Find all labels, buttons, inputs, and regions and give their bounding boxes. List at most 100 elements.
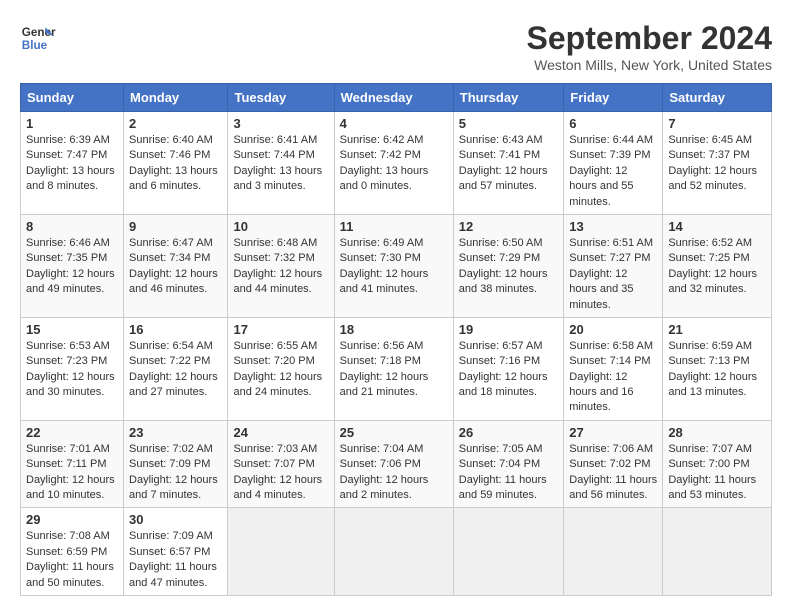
day-info: Sunrise: 6:40 AM Sunset: 7:46 PM Dayligh…: [129, 133, 222, 195]
sunrise-label: Sunrise: 6:51 AM: [569, 237, 653, 249]
sunrise-label: Sunrise: 6:59 AM: [668, 340, 752, 352]
sunset-label: Sunset: 7:11 PM: [26, 458, 107, 470]
sunset-label: Sunset: 7:32 PM: [233, 252, 314, 264]
calendar-week-row: 1 Sunrise: 6:39 AM Sunset: 7:47 PM Dayli…: [21, 112, 772, 215]
month-title: September 2024: [527, 20, 772, 57]
day-info: Sunrise: 6:59 AM Sunset: 7:13 PM Dayligh…: [668, 339, 766, 401]
weekday-header-saturday: Saturday: [663, 84, 772, 112]
daylight-label: Daylight: 12 hours and 41 minutes.: [340, 268, 429, 295]
day-info: Sunrise: 6:56 AM Sunset: 7:18 PM Dayligh…: [340, 339, 448, 401]
calendar-cell-empty: [453, 508, 563, 596]
day-number: 11: [340, 219, 448, 234]
calendar-cell: 25 Sunrise: 7:04 AM Sunset: 7:06 PM Dayl…: [334, 420, 453, 508]
day-info: Sunrise: 6:44 AM Sunset: 7:39 PM Dayligh…: [569, 133, 657, 210]
daylight-label: Daylight: 12 hours and 16 minutes.: [569, 371, 633, 414]
day-number: 21: [668, 322, 766, 337]
calendar-cell-empty: [564, 508, 663, 596]
day-info: Sunrise: 6:58 AM Sunset: 7:14 PM Dayligh…: [569, 339, 657, 416]
daylight-label: Daylight: 12 hours and 13 minutes.: [668, 371, 757, 398]
calendar-cell: 27 Sunrise: 7:06 AM Sunset: 7:02 PM Dayl…: [564, 420, 663, 508]
calendar-cell: 17 Sunrise: 6:55 AM Sunset: 7:20 PM Dayl…: [228, 317, 334, 420]
daylight-label: Daylight: 11 hours and 53 minutes.: [668, 474, 756, 501]
page-header: General Blue September 2024 Weston Mills…: [20, 20, 772, 73]
sunrise-label: Sunrise: 6:56 AM: [340, 340, 424, 352]
calendar-cell: 13 Sunrise: 6:51 AM Sunset: 7:27 PM Dayl…: [564, 214, 663, 317]
day-number: 12: [459, 219, 558, 234]
day-number: 16: [129, 322, 222, 337]
sunset-label: Sunset: 7:46 PM: [129, 149, 210, 161]
sunset-label: Sunset: 7:39 PM: [569, 149, 650, 161]
sunset-label: Sunset: 7:06 PM: [340, 458, 421, 470]
daylight-label: Daylight: 12 hours and 57 minutes.: [459, 165, 548, 192]
day-info: Sunrise: 7:07 AM Sunset: 7:00 PM Dayligh…: [668, 442, 766, 504]
sunrise-label: Sunrise: 6:53 AM: [26, 340, 110, 352]
calendar-cell-empty: [663, 508, 772, 596]
daylight-label: Daylight: 12 hours and 55 minutes.: [569, 165, 633, 208]
day-info: Sunrise: 6:50 AM Sunset: 7:29 PM Dayligh…: [459, 236, 558, 298]
sunset-label: Sunset: 7:00 PM: [668, 458, 749, 470]
calendar-week-row: 29 Sunrise: 7:08 AM Sunset: 6:59 PM Dayl…: [21, 508, 772, 596]
daylight-label: Daylight: 12 hours and 27 minutes.: [129, 371, 218, 398]
day-number: 2: [129, 116, 222, 131]
calendar-cell: 12 Sunrise: 6:50 AM Sunset: 7:29 PM Dayl…: [453, 214, 563, 317]
daylight-label: Daylight: 11 hours and 59 minutes.: [459, 474, 547, 501]
sunset-label: Sunset: 7:47 PM: [26, 149, 107, 161]
location: Weston Mills, New York, United States: [527, 57, 772, 73]
day-number: 28: [668, 425, 766, 440]
calendar-cell: 10 Sunrise: 6:48 AM Sunset: 7:32 PM Dayl…: [228, 214, 334, 317]
calendar-table: SundayMondayTuesdayWednesdayThursdayFrid…: [20, 83, 772, 596]
day-number: 8: [26, 219, 118, 234]
day-number: 4: [340, 116, 448, 131]
daylight-label: Daylight: 11 hours and 47 minutes.: [129, 561, 217, 588]
calendar-cell: 23 Sunrise: 7:02 AM Sunset: 7:09 PM Dayl…: [124, 420, 228, 508]
sunset-label: Sunset: 7:29 PM: [459, 252, 540, 264]
calendar-week-row: 15 Sunrise: 6:53 AM Sunset: 7:23 PM Dayl…: [21, 317, 772, 420]
svg-text:General: General: [22, 26, 56, 39]
day-number: 25: [340, 425, 448, 440]
day-info: Sunrise: 6:52 AM Sunset: 7:25 PM Dayligh…: [668, 236, 766, 298]
sunrise-label: Sunrise: 6:52 AM: [668, 237, 752, 249]
sunrise-label: Sunrise: 6:50 AM: [459, 237, 543, 249]
sunset-label: Sunset: 7:41 PM: [459, 149, 540, 161]
sunrise-label: Sunrise: 6:40 AM: [129, 134, 213, 146]
calendar-cell: 4 Sunrise: 6:42 AM Sunset: 7:42 PM Dayli…: [334, 112, 453, 215]
sunrise-label: Sunrise: 7:06 AM: [569, 443, 653, 455]
weekday-header-row: SundayMondayTuesdayWednesdayThursdayFrid…: [21, 84, 772, 112]
day-info: Sunrise: 7:08 AM Sunset: 6:59 PM Dayligh…: [26, 529, 118, 591]
title-block: September 2024 Weston Mills, New York, U…: [527, 20, 772, 73]
day-number: 13: [569, 219, 657, 234]
daylight-label: Daylight: 12 hours and 2 minutes.: [340, 474, 429, 501]
day-number: 29: [26, 512, 118, 527]
daylight-label: Daylight: 13 hours and 0 minutes.: [340, 165, 429, 192]
sunrise-label: Sunrise: 7:03 AM: [233, 443, 317, 455]
sunrise-label: Sunrise: 7:01 AM: [26, 443, 110, 455]
calendar-cell: 30 Sunrise: 7:09 AM Sunset: 6:57 PM Dayl…: [124, 508, 228, 596]
day-number: 14: [668, 219, 766, 234]
sunset-label: Sunset: 7:14 PM: [569, 355, 650, 367]
day-info: Sunrise: 7:01 AM Sunset: 7:11 PM Dayligh…: [26, 442, 118, 504]
sunrise-label: Sunrise: 6:55 AM: [233, 340, 317, 352]
day-info: Sunrise: 7:02 AM Sunset: 7:09 PM Dayligh…: [129, 442, 222, 504]
sunrise-label: Sunrise: 6:46 AM: [26, 237, 110, 249]
sunset-label: Sunset: 7:42 PM: [340, 149, 421, 161]
day-info: Sunrise: 7:04 AM Sunset: 7:06 PM Dayligh…: [340, 442, 448, 504]
day-info: Sunrise: 6:42 AM Sunset: 7:42 PM Dayligh…: [340, 133, 448, 195]
sunset-label: Sunset: 7:25 PM: [668, 252, 749, 264]
sunset-label: Sunset: 7:23 PM: [26, 355, 107, 367]
weekday-header-tuesday: Tuesday: [228, 84, 334, 112]
sunrise-label: Sunrise: 6:48 AM: [233, 237, 317, 249]
day-info: Sunrise: 6:45 AM Sunset: 7:37 PM Dayligh…: [668, 133, 766, 195]
daylight-label: Daylight: 12 hours and 44 minutes.: [233, 268, 322, 295]
calendar-cell: 19 Sunrise: 6:57 AM Sunset: 7:16 PM Dayl…: [453, 317, 563, 420]
calendar-cell: 28 Sunrise: 7:07 AM Sunset: 7:00 PM Dayl…: [663, 420, 772, 508]
sunset-label: Sunset: 7:07 PM: [233, 458, 314, 470]
daylight-label: Daylight: 12 hours and 10 minutes.: [26, 474, 115, 501]
sunrise-label: Sunrise: 6:39 AM: [26, 134, 110, 146]
daylight-label: Daylight: 12 hours and 52 minutes.: [668, 165, 757, 192]
calendar-cell: 8 Sunrise: 6:46 AM Sunset: 7:35 PM Dayli…: [21, 214, 124, 317]
sunset-label: Sunset: 7:44 PM: [233, 149, 314, 161]
sunrise-label: Sunrise: 7:05 AM: [459, 443, 543, 455]
day-number: 3: [233, 116, 328, 131]
calendar-cell: 1 Sunrise: 6:39 AM Sunset: 7:47 PM Dayli…: [21, 112, 124, 215]
calendar-cell: 2 Sunrise: 6:40 AM Sunset: 7:46 PM Dayli…: [124, 112, 228, 215]
